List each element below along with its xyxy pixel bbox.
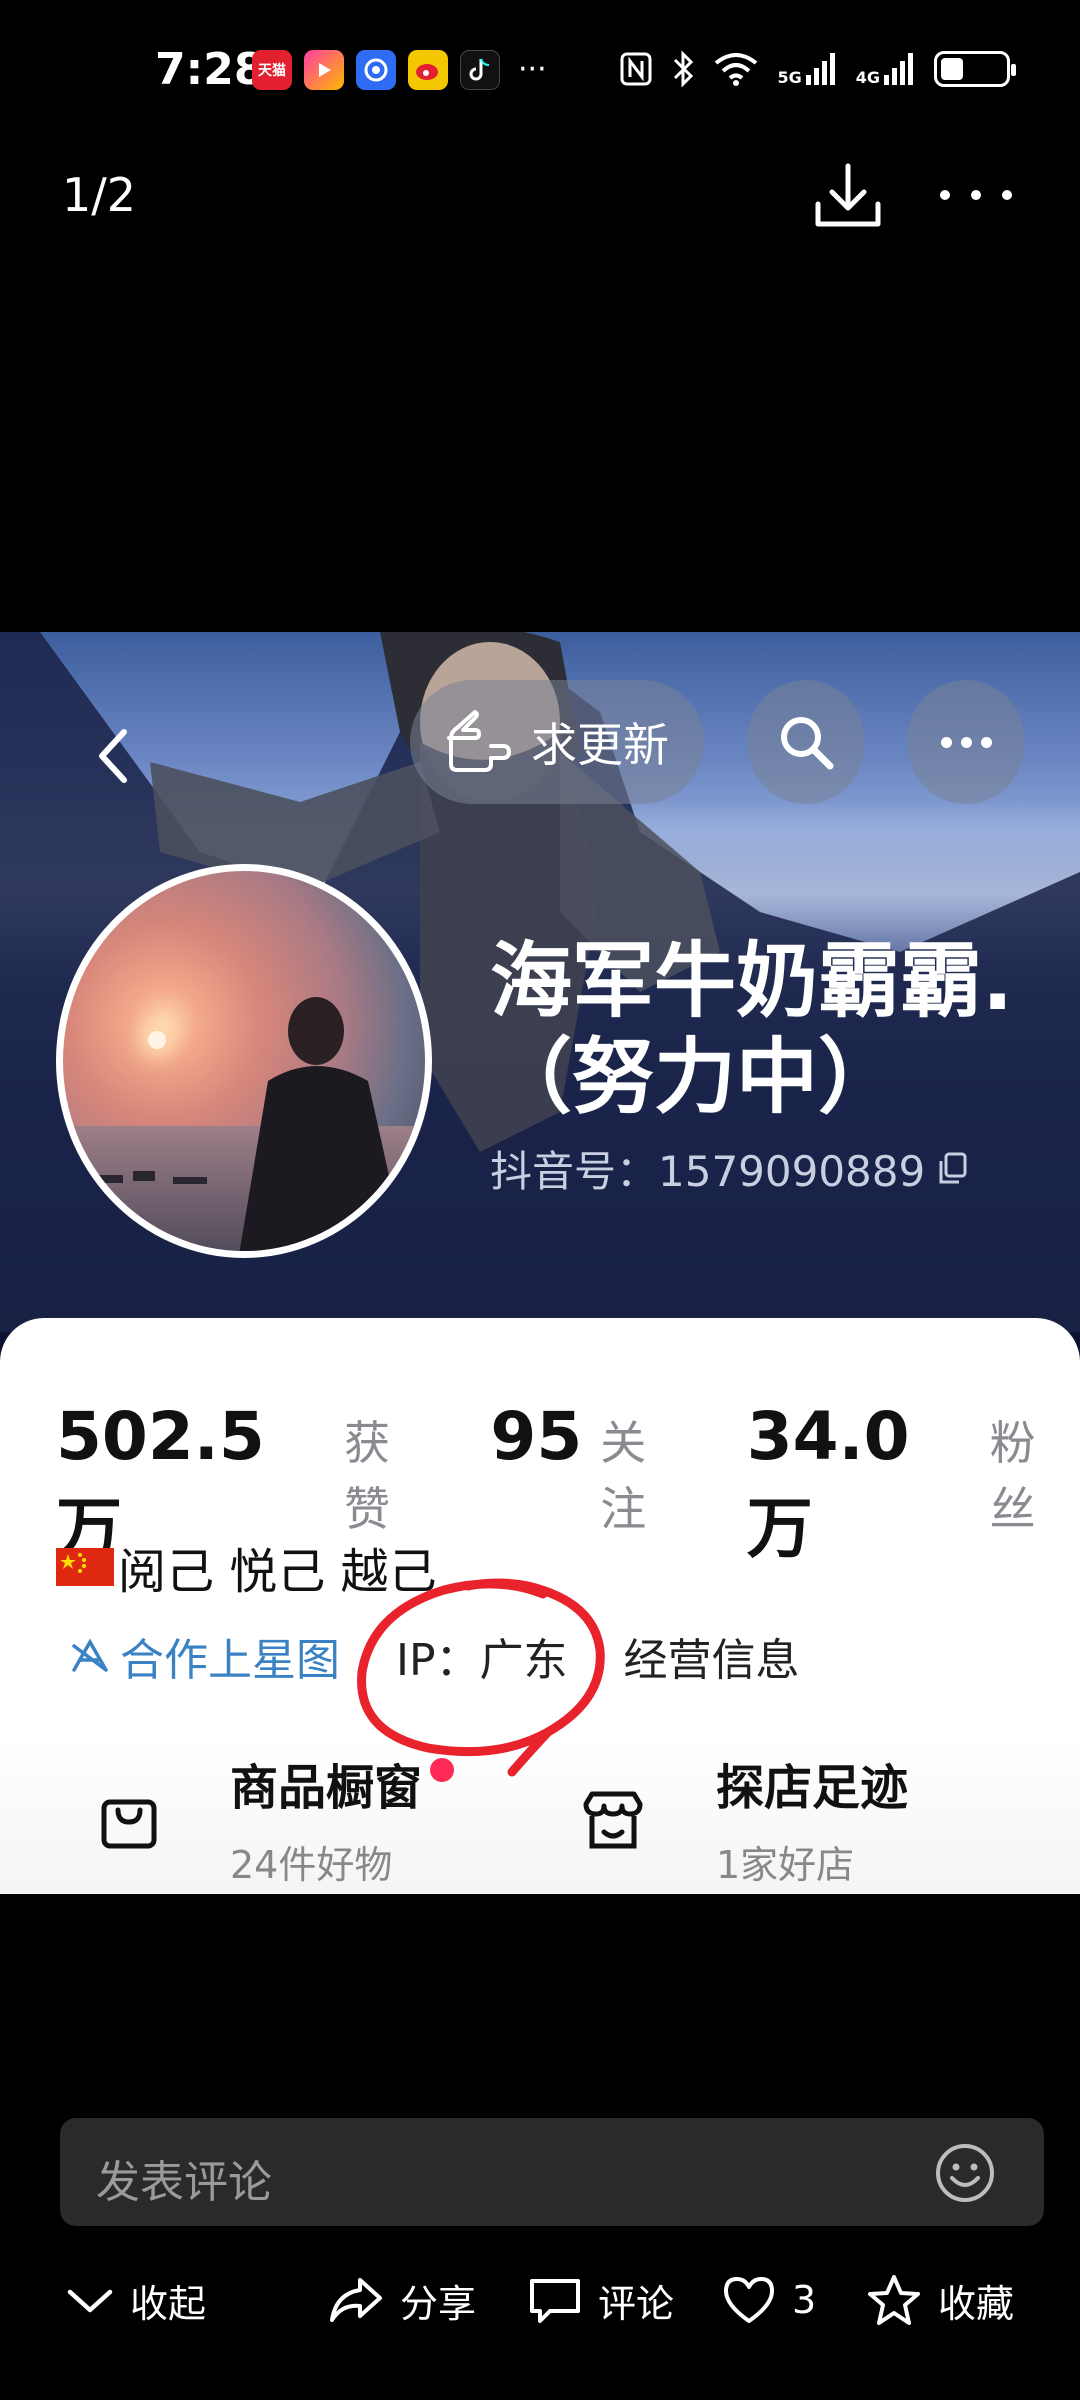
avatar-person-silhouette — [239, 997, 406, 1251]
page-counter: 1/2 — [62, 168, 137, 222]
shopping-bag-icon — [101, 1799, 157, 1849]
profile-name: 海军牛奶霸霸.（努力中） — [490, 934, 1014, 1125]
shop-window-title: 商品橱窗 — [230, 1760, 423, 1816]
pointing-hand-icon — [447, 710, 511, 772]
request-update-label: 求更新 — [531, 718, 669, 772]
weibo-app-icon — [408, 50, 448, 90]
bottom-action-bar: 收起 分享 评论 3 收藏 — [0, 2264, 1080, 2384]
network-type-label: 5G — [777, 68, 802, 87]
favorite-label: 收藏 — [938, 2281, 1015, 2326]
following-label[interactable]: 关注 — [600, 1407, 690, 1539]
back-icon[interactable] — [84, 716, 140, 796]
avatar-sun — [148, 1031, 166, 1049]
battery-icon — [934, 51, 1016, 87]
bluetooth-icon — [674, 50, 694, 88]
comment-placeholder: 发表评论 — [96, 2157, 272, 2208]
status-bar: 7:28 天猫 ··· 5G 4G — [0, 0, 1080, 140]
followers-count[interactable]: 34.0万 — [747, 1398, 972, 1571]
china-flag-icon — [56, 1548, 114, 1586]
heart-icon — [724, 2277, 774, 2323]
like-button[interactable]: 3 — [722, 2264, 816, 2336]
star-map-icon — [72, 1638, 108, 1672]
request-update-button[interactable]: 求更新 — [410, 680, 704, 804]
profile-info-card: 502.5万 获赞 95 关注 34.0万 粉丝 阅己 悦己 越己 合作上星图 … — [0, 1318, 1080, 1894]
star-map-label: 合作上星图 — [120, 1635, 340, 1686]
more-notifications-icon: ··· — [518, 52, 547, 87]
download-icon[interactable] — [810, 160, 886, 232]
search-icon[interactable] — [748, 680, 864, 804]
emoji-icon[interactable] — [934, 2142, 996, 2204]
chevron-down-icon — [67, 2289, 113, 2313]
tmall-app-icon: 天猫 — [252, 50, 292, 90]
star-map-tag[interactable]: 合作上星图 — [70, 1624, 340, 1688]
favorite-button[interactable]: 收藏 — [866, 2264, 1014, 2336]
star-icon — [868, 2275, 920, 2325]
more-options-icon[interactable] — [940, 180, 1012, 210]
comment-button[interactable]: 评论 — [528, 2264, 674, 2336]
wifi-icon — [715, 53, 758, 86]
signal-5g-icon: 5G — [777, 51, 837, 87]
share-icon — [330, 2278, 382, 2322]
embedded-profile-screenshot[interactable]: 求更新 海军牛奶霸霸.（努力中） 抖音号：1579090889 502.5万 获… — [0, 632, 1080, 1894]
share-button[interactable]: 分享 — [328, 2264, 476, 2336]
collapse-label: 收起 — [130, 2281, 207, 2326]
douyin-id-row: 抖音号：1579090889 — [490, 1138, 967, 1199]
shop-window-card[interactable]: 商品橱窗 24件好物 — [0, 1748, 540, 1894]
store-visits-subtitle: 1家好店 — [716, 1843, 855, 1887]
following-count[interactable]: 95 — [490, 1398, 582, 1475]
status-time: 7:28 — [155, 44, 265, 95]
avatar-boats — [93, 1171, 207, 1184]
baidu-app-icon — [356, 50, 396, 90]
followers-label[interactable]: 粉丝 — [990, 1407, 1080, 1539]
comment-label: 评论 — [598, 2281, 675, 2326]
store-visits-card[interactable]: 探店足迹 1家好店 — [540, 1748, 1080, 1894]
douyin-app-icon — [460, 50, 500, 90]
youku-app-icon — [304, 50, 344, 90]
copy-icon[interactable] — [937, 1152, 967, 1186]
nfc-icon — [620, 52, 652, 86]
like-count: 3 — [792, 2278, 817, 2322]
signal-4g-icon: 4G — [856, 51, 916, 87]
battery-level — [941, 58, 963, 80]
store-icon — [583, 1791, 643, 1849]
shop-window-subtitle: 24件好物 — [230, 1843, 393, 1887]
status-notification-icons: 天猫 ··· — [252, 50, 547, 90]
collapse-button[interactable]: 收起 — [66, 2264, 206, 2336]
store-visits-title: 探店足迹 — [716, 1760, 909, 1816]
business-info-tag[interactable]: 经营信息 — [624, 1624, 800, 1688]
comment-icon — [530, 2279, 580, 2323]
share-label: 分享 — [400, 2281, 477, 2326]
status-system-icons: 5G 4G — [619, 50, 1016, 88]
douyin-id: 抖音号：1579090889 — [490, 1147, 926, 1196]
likes-label: 获赞 — [344, 1416, 391, 1536]
avatar[interactable] — [56, 864, 432, 1258]
network-type-label: 4G — [855, 68, 880, 87]
comment-input[interactable]: 发表评论 — [60, 2118, 1044, 2226]
new-badge — [430, 1758, 454, 1782]
profile-more-icon[interactable] — [908, 680, 1024, 804]
